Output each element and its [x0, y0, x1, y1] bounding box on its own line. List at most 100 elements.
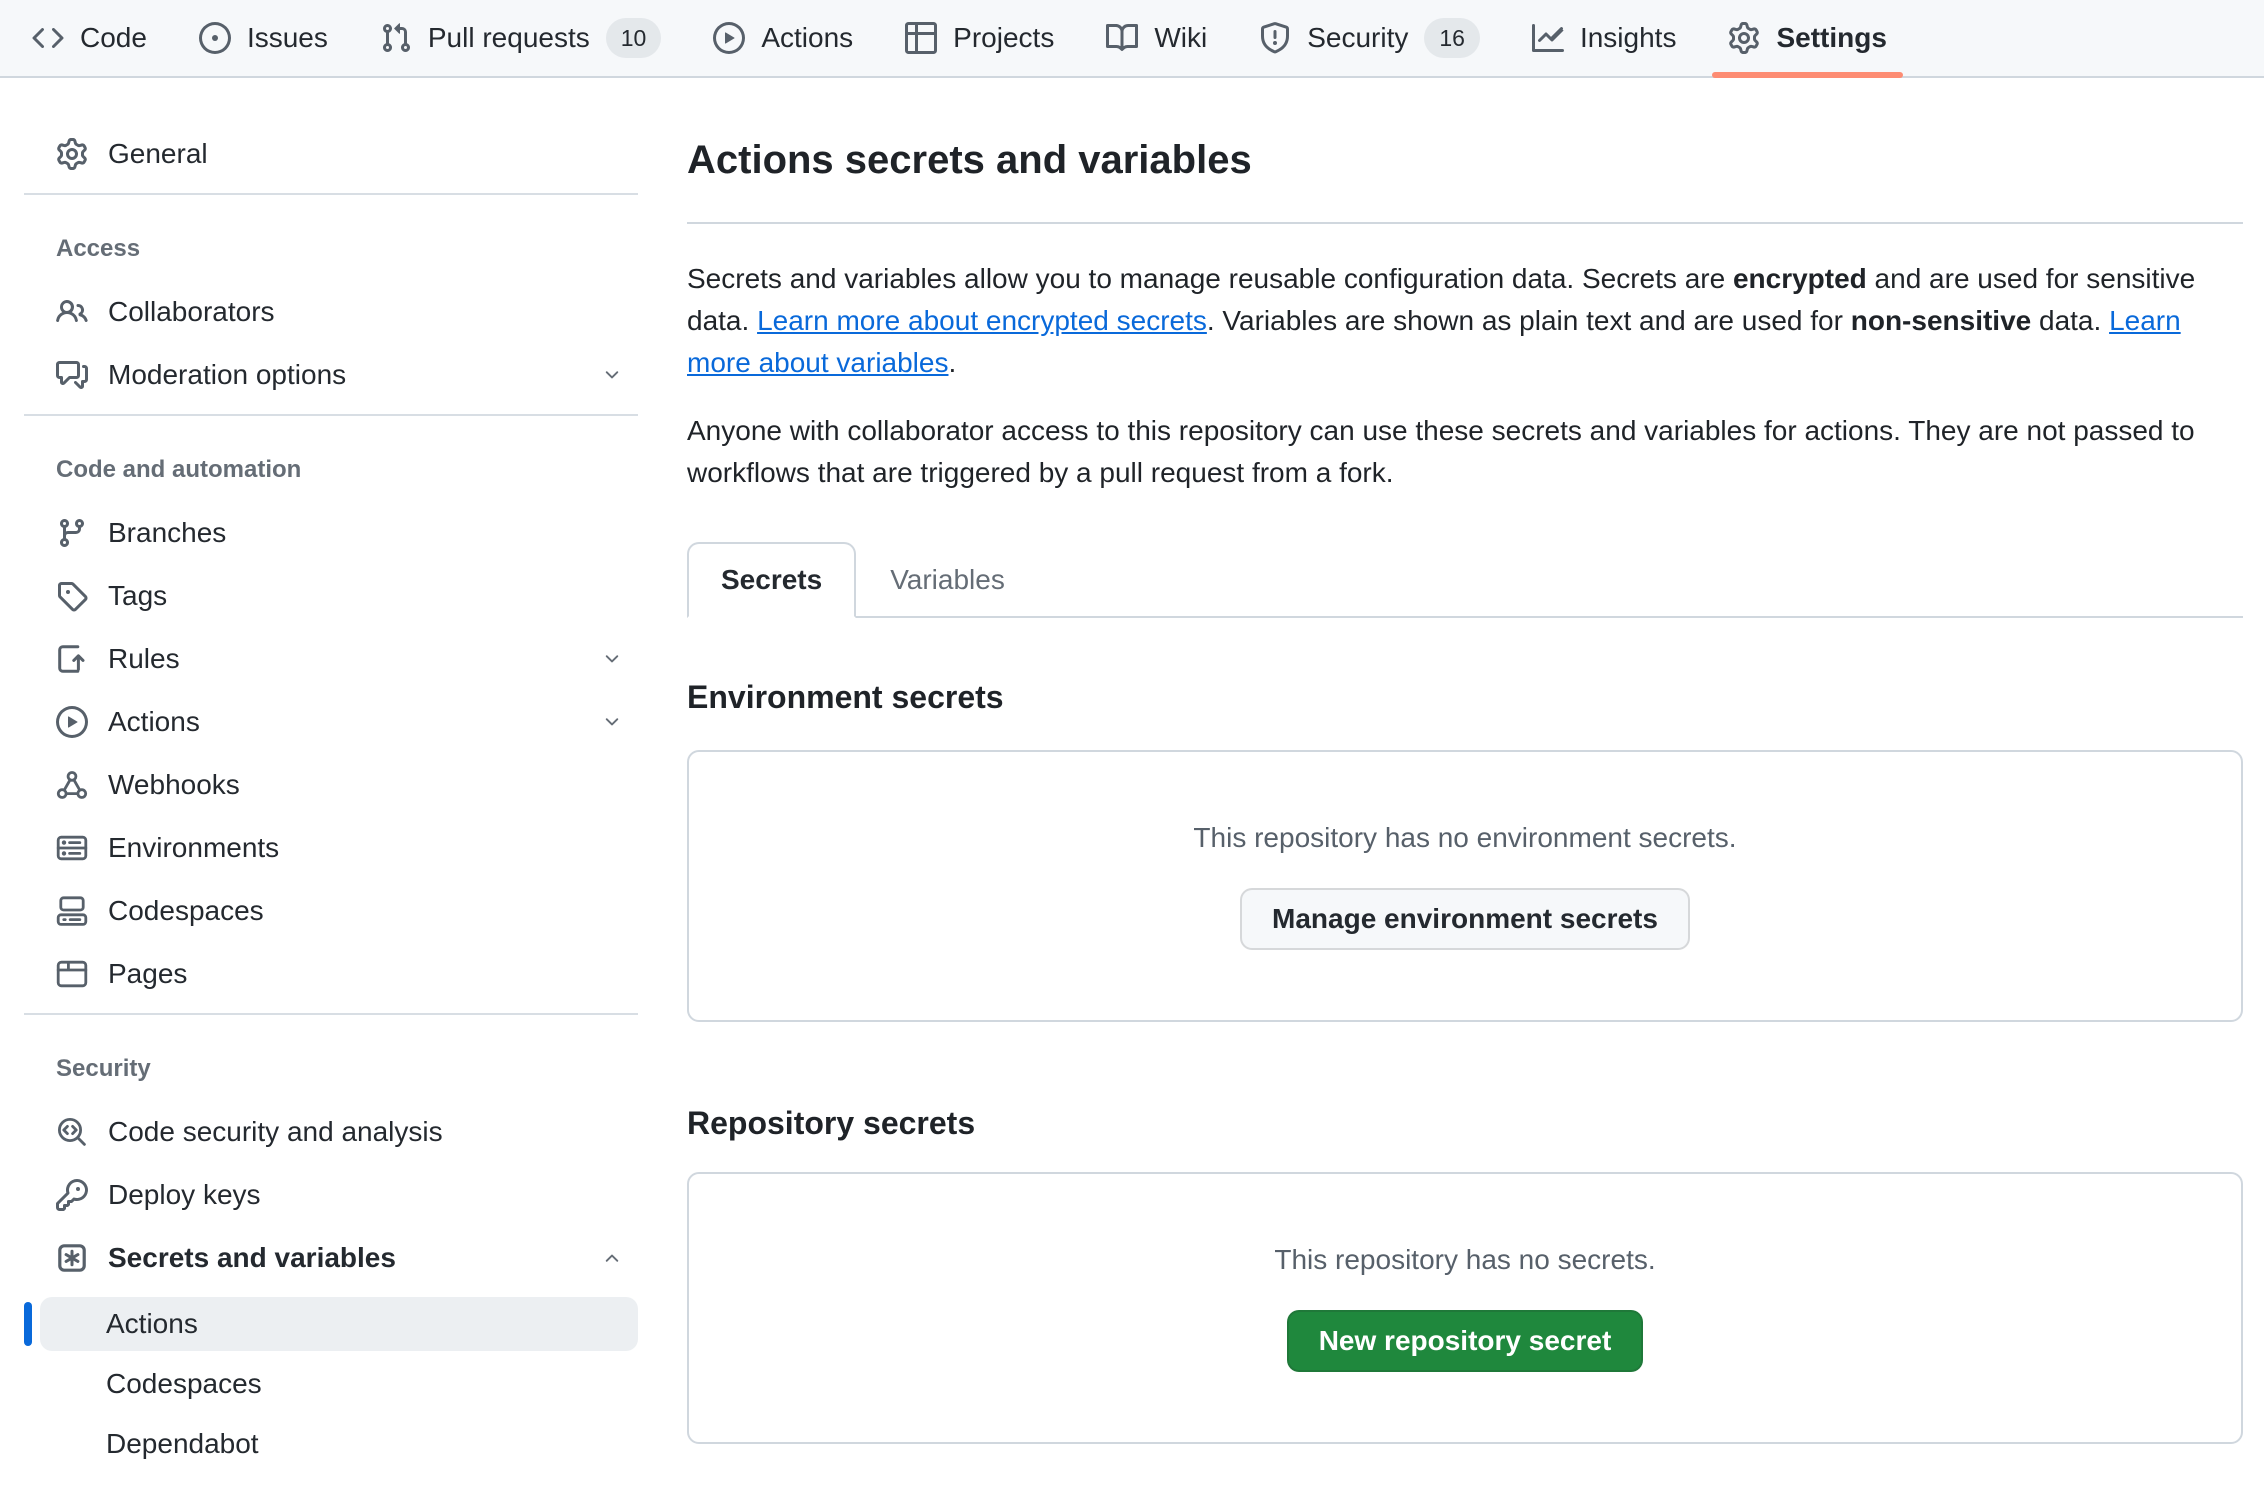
new-repository-secret-button[interactable]: New repository secret [1287, 1310, 1644, 1372]
sidebar-item-label: Collaborators [108, 296, 275, 328]
chevron-down-icon [602, 712, 622, 732]
graph-icon [1532, 22, 1564, 54]
sidebar-section-access: Access [40, 225, 638, 273]
repository-secrets-empty-text: This repository has no secrets. [1274, 1244, 1655, 1276]
sidebar-item-collaborators[interactable]: Collaborators [40, 288, 638, 336]
page-title: Actions secrets and variables [687, 134, 2243, 186]
nav-tab-label: Settings [1776, 22, 1886, 54]
server-icon [56, 832, 88, 864]
sidebar-item-tags[interactable]: Tags [40, 572, 638, 620]
divider [24, 193, 638, 195]
sidebar-item-secrets-and-variables[interactable]: Secrets and variables [40, 1234, 638, 1282]
link-learn-more-encrypted-secrets[interactable]: Learn more about encrypted secrets [757, 305, 1207, 336]
nav-tab-label: Security [1307, 22, 1408, 54]
codescan-icon [56, 1116, 88, 1148]
sidebar-item-environments[interactable]: Environments [40, 824, 638, 872]
intro-bold-encrypted: encrypted [1733, 263, 1867, 294]
divider [24, 1013, 638, 1015]
intro-text: . [948, 347, 956, 378]
intro-paragraph-1: Secrets and variables allow you to manag… [687, 258, 2243, 384]
sidebar-item-label: Tags [108, 580, 167, 612]
sidebar-subitem-actions[interactable]: Actions [40, 1297, 638, 1351]
sidebar-item-label: Moderation options [108, 359, 346, 391]
repository-secrets-heading: Repository secrets [687, 1100, 2243, 1146]
environment-secrets-empty-text: This repository has no environment secre… [1193, 822, 1736, 854]
sidebar-item-label: General [108, 138, 208, 170]
sidebar-item-label: Webhooks [108, 769, 240, 801]
chevron-down-icon [602, 649, 622, 669]
sidebar-item-label: Deploy keys [108, 1179, 261, 1211]
nav-tab-security[interactable]: Security 16 [1243, 0, 1496, 76]
nav-tab-label: Wiki [1154, 22, 1207, 54]
comment-discussion-icon [56, 359, 88, 391]
sidebar-item-actions[interactable]: Actions [40, 698, 638, 746]
sidebar-item-webhooks[interactable]: Webhooks [40, 761, 638, 809]
tab-secrets[interactable]: Secrets [687, 542, 856, 618]
gear-icon [1728, 22, 1760, 54]
divider [687, 222, 2243, 224]
git-branch-icon [56, 517, 88, 549]
main-content: Actions secrets and variables Secrets an… [687, 78, 2243, 1444]
chevron-down-icon [602, 365, 622, 385]
table-icon [905, 22, 937, 54]
sidebar-item-general[interactable]: General [40, 130, 638, 178]
sidebar-item-label: Pages [108, 958, 187, 990]
issue-opened-icon [199, 22, 231, 54]
repo-nav: Code Issues Pull requests 10 Actions Pro… [0, 0, 2264, 78]
gear-icon [56, 138, 88, 170]
rules-icon [56, 643, 88, 675]
nav-tab-actions[interactable]: Actions [697, 0, 869, 76]
key-icon [56, 1179, 88, 1211]
sidebar-item-label: Code security and analysis [108, 1116, 443, 1148]
sidebar-subitem-dependabot[interactable]: Dependabot [40, 1417, 638, 1471]
intro-text: Secrets and variables allow you to manag… [687, 263, 1733, 294]
sidebar-item-moderation-options[interactable]: Moderation options [40, 351, 638, 399]
sidebar-item-code-security-and-analysis[interactable]: Code security and analysis [40, 1108, 638, 1156]
webhook-icon [56, 769, 88, 801]
selected-accent-bar [24, 1302, 32, 1346]
sidebar-subitem-codespaces[interactable]: Codespaces [40, 1357, 638, 1411]
sidebar-section-code-and-automation: Code and automation [40, 446, 638, 494]
sidebar-item-branches[interactable]: Branches [40, 509, 638, 557]
browser-icon [56, 958, 88, 990]
divider [24, 414, 638, 416]
sidebar-subitem-label: Dependabot [106, 1428, 259, 1460]
code-icon [32, 22, 64, 54]
secrets-variables-tabnav: Secrets Variables [687, 542, 2243, 618]
sidebar-item-deploy-keys[interactable]: Deploy keys [40, 1171, 638, 1219]
manage-environment-secrets-button[interactable]: Manage environment secrets [1240, 888, 1690, 950]
sidebar-item-label: Branches [108, 517, 226, 549]
sidebar-subitem-label: Codespaces [106, 1368, 262, 1400]
nav-tab-label: Actions [761, 22, 853, 54]
nav-tab-label: Issues [247, 22, 328, 54]
people-icon [56, 296, 88, 328]
nav-tab-pull-requests[interactable]: Pull requests 10 [364, 0, 677, 76]
nav-tab-code[interactable]: Code [16, 0, 163, 76]
sidebar-item-codespaces[interactable]: Codespaces [40, 887, 638, 935]
nav-tab-label: Projects [953, 22, 1054, 54]
sidebar-section-security: Security [40, 1045, 638, 1093]
sidebar-item-label: Codespaces [108, 895, 264, 927]
settings-sidebar: General Access Collaborators Moderation … [0, 78, 648, 1488]
sidebar-subitem-label: Actions [106, 1308, 198, 1340]
play-icon [713, 22, 745, 54]
sidebar-item-pages[interactable]: Pages [40, 950, 638, 998]
nav-tab-label: Insights [1580, 22, 1677, 54]
nav-tab-wiki[interactable]: Wiki [1090, 0, 1223, 76]
play-icon [56, 706, 88, 738]
tag-icon [56, 580, 88, 612]
tab-variables[interactable]: Variables [856, 542, 1039, 618]
repo-settings-page: Code Issues Pull requests 10 Actions Pro… [0, 0, 2264, 1488]
sidebar-item-rules[interactable]: Rules [40, 635, 638, 683]
sidebar-item-label: Actions [108, 706, 200, 738]
intro-paragraph-2: Anyone with collaborator access to this … [687, 410, 2243, 494]
nav-tab-insights[interactable]: Insights [1516, 0, 1693, 76]
nav-tab-settings[interactable]: Settings [1712, 0, 1902, 76]
chevron-up-icon [602, 1248, 622, 1268]
security-counter: 16 [1424, 18, 1480, 58]
pull-requests-counter: 10 [606, 18, 662, 58]
sidebar-item-label: Secrets and variables [108, 1242, 396, 1274]
nav-tab-projects[interactable]: Projects [889, 0, 1070, 76]
intro-text: . Variables are shown as plain text and … [1207, 305, 1851, 336]
nav-tab-issues[interactable]: Issues [183, 0, 344, 76]
